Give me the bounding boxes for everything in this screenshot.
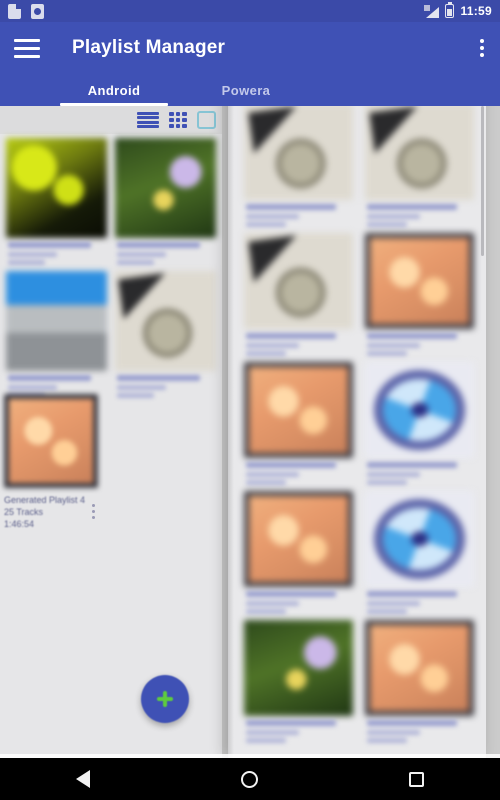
- album-art: [244, 233, 353, 329]
- status-bar-system: 11:59: [424, 2, 492, 18]
- view-toggle-bar: [0, 106, 222, 134]
- overlay-panel: [228, 70, 486, 758]
- navigation-home-icon[interactable]: [240, 770, 258, 788]
- status-bar-clock: 11:59: [460, 4, 492, 18]
- app-toolbar: Playlist Manager: [0, 22, 500, 74]
- playlist-grid-item[interactable]: [115, 271, 216, 398]
- album-art: [244, 491, 353, 587]
- playlist-meta: [365, 587, 474, 614]
- overlay-playlist-grid: [228, 98, 486, 743]
- album-art: [365, 104, 474, 200]
- album-art: [244, 620, 353, 716]
- album-art: [244, 362, 353, 458]
- album-art: [6, 271, 107, 371]
- album-art: [115, 271, 216, 371]
- playlist-meta: [365, 716, 474, 743]
- playlist-grid-item[interactable]: [365, 233, 474, 356]
- playlist-grid-item[interactable]: [365, 362, 474, 485]
- album-art: [4, 394, 98, 488]
- playlist-grid-item[interactable]: [244, 233, 353, 356]
- playlist-grid-item[interactable]: [365, 491, 474, 614]
- playlist-duration: 1:46:54: [4, 519, 35, 529]
- playlist-grid-item[interactable]: [244, 491, 353, 614]
- playlist-meta: [244, 587, 353, 614]
- battery-icon: [445, 2, 455, 18]
- status-bar-notifications: [8, 3, 44, 19]
- view-list-icon[interactable]: [137, 112, 159, 128]
- list-item-text: Generated Playlist 4 25 Tracks 1:46:54: [4, 494, 204, 530]
- overlay-scrollbar[interactable]: [481, 106, 484, 256]
- playlist-meta: [244, 329, 353, 356]
- playlist-grid-item[interactable]: [244, 362, 353, 485]
- playlist-grid-item[interactable]: [6, 271, 107, 398]
- playlist-grid-item[interactable]: [6, 138, 107, 265]
- page-title: Playlist Manager: [72, 37, 226, 58]
- album-art: [115, 138, 216, 238]
- playlist-meta: [244, 200, 353, 227]
- playlist-grid-item[interactable]: [244, 620, 353, 743]
- playlist-meta: [115, 238, 216, 265]
- document-notification-icon: [8, 3, 21, 19]
- hamburger-menu-icon[interactable]: [14, 38, 58, 58]
- playlist-track-count: 25 Tracks: [4, 507, 44, 517]
- signal-icon: [424, 4, 440, 18]
- album-art: [365, 620, 474, 716]
- playlist-meta: [365, 200, 474, 227]
- tab-poweramp[interactable]: Powera: [180, 83, 312, 106]
- playlist-meta: [244, 716, 353, 743]
- tab-android[interactable]: Android: [48, 83, 180, 106]
- playlist-meta: [244, 458, 353, 485]
- playlist-grid-item[interactable]: [244, 104, 353, 227]
- playlist-grid-item[interactable]: [115, 138, 216, 265]
- album-art: [365, 491, 474, 587]
- playlist-meta: [6, 238, 107, 265]
- playlist-sheet: Generated Playlist 4 25 Tracks 1:46:54: [0, 106, 222, 758]
- overlay-edge-shadow: [228, 70, 234, 758]
- album-art: [365, 233, 474, 329]
- album-art: [6, 138, 107, 238]
- playlist-title: Generated Playlist 4: [4, 495, 86, 505]
- playlist-grid-item[interactable]: [365, 620, 474, 743]
- add-playlist-fab[interactable]: [141, 675, 189, 723]
- android-navigation-bar: [0, 758, 500, 800]
- playlist-grid: [0, 134, 222, 402]
- navigation-recents-icon[interactable]: [409, 771, 425, 787]
- phone-screen: 11:59 Playlist Manager Android Powera Ge…: [0, 0, 500, 800]
- list-item[interactable]: Generated Playlist 4 25 Tracks 1:46:54: [0, 390, 222, 529]
- navigation-back-icon[interactable]: [75, 770, 90, 788]
- list-item-overflow-icon[interactable]: [92, 504, 95, 519]
- status-bar: 11:59: [0, 0, 500, 22]
- tab-bar: Android Powera: [0, 74, 500, 106]
- album-art: [244, 104, 353, 200]
- add-plus-icon: [157, 691, 173, 707]
- playlist-grid-item[interactable]: [365, 104, 474, 227]
- playlist-meta: [365, 329, 474, 356]
- download-notification-icon: [31, 3, 44, 19]
- overflow-menu-icon[interactable]: [480, 39, 484, 57]
- playlist-meta: [365, 458, 474, 485]
- album-art: [365, 362, 474, 458]
- view-card-icon[interactable]: [197, 111, 216, 129]
- view-grid-icon[interactable]: [169, 112, 187, 128]
